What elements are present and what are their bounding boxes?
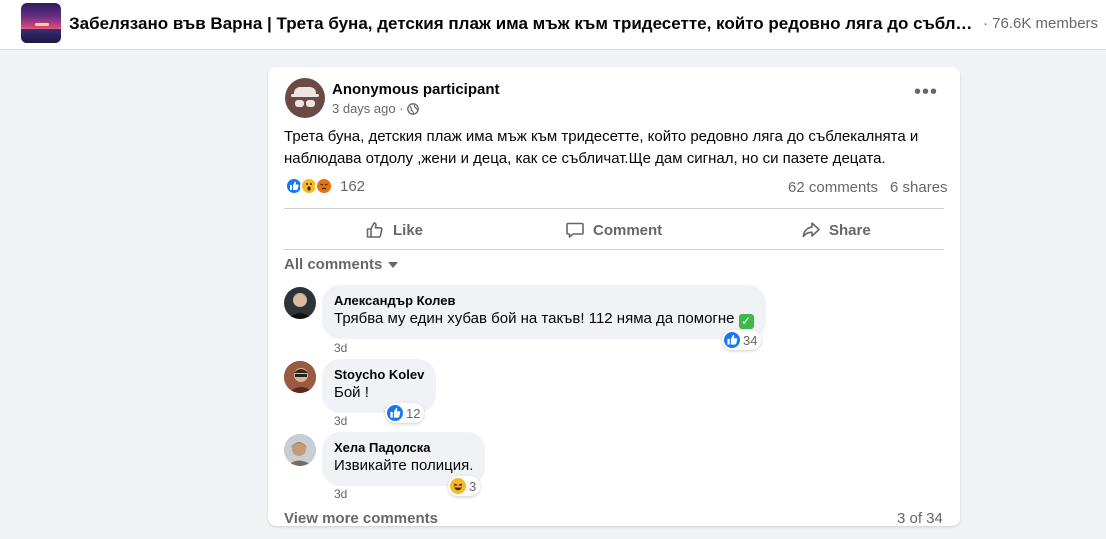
post-options-button[interactable]: ••• <box>912 82 940 108</box>
comment-icon <box>566 222 584 238</box>
post-author[interactable]: Anonymous participant <box>332 81 500 98</box>
comment-author[interactable]: Stoycho Kolev <box>334 367 424 383</box>
group-member-count: · 76.6K members <box>983 15 1099 32</box>
comment-time[interactable]: 3d <box>334 414 347 428</box>
like-icon <box>724 332 740 348</box>
anonymous-avatar[interactable] <box>285 78 325 118</box>
comments-count[interactable]: 62 comments <box>788 179 878 196</box>
comment-reactions[interactable]: 3 <box>448 476 481 496</box>
comment-button[interactable]: Comment <box>565 216 662 244</box>
avatar[interactable] <box>284 434 316 466</box>
avatar[interactable] <box>284 361 316 393</box>
comment-time[interactable]: 3d <box>334 341 347 355</box>
post-card: Anonymous participant 3 days ago · ••• Т… <box>268 67 960 527</box>
comment-text: Извикайте полиция. <box>334 457 474 474</box>
comment-reactions[interactable]: 34 <box>722 330 762 350</box>
comment-sort-label: All comments <box>284 256 383 273</box>
group-title[interactable]: Забелязано във Варна | Трета буна, детск… <box>69 14 981 34</box>
comments-pager: 3 of 34 <box>897 510 943 527</box>
comment-sort-dropdown[interactable]: All comments <box>284 256 399 273</box>
comment-author[interactable]: Хела Падолска <box>334 440 473 456</box>
share-label: Share <box>829 221 871 239</box>
share-icon <box>802 222 820 238</box>
angry-icon <box>315 177 333 195</box>
comment-reaction-count: 3 <box>469 478 477 494</box>
avatar[interactable] <box>284 287 316 319</box>
group-thumbnail[interactable] <box>21 3 61 43</box>
shares-count[interactable]: 6 shares <box>890 179 948 196</box>
divider <box>284 249 944 250</box>
like-button[interactable]: Like <box>365 216 423 244</box>
like-icon <box>387 405 403 421</box>
comment-label: Comment <box>593 221 663 239</box>
comment-text: Трябва му един хубав бой на такъв! 112 н… <box>334 309 754 329</box>
post-meta: 3 days ago · <box>332 101 419 116</box>
share-button[interactable]: Share <box>801 216 871 244</box>
post-text: Трета буна, детския плаж има мъж към три… <box>284 128 919 167</box>
post-time[interactable]: 3 days ago · <box>332 101 404 116</box>
like-label: Like <box>393 221 424 239</box>
chevron-down-icon <box>388 261 399 268</box>
divider <box>284 208 944 209</box>
comment-reaction-count: 34 <box>743 332 758 348</box>
check-mark-icon: ✓ <box>738 314 754 329</box>
comment-text: Бой ! <box>334 384 369 401</box>
comment-text-body: Трябва му един хубав бой на такъв! 112 н… <box>334 310 735 327</box>
comment-bubble: Александър Колев Трябва му един хубав бо… <box>322 285 766 339</box>
globe-icon <box>406 102 419 115</box>
comment-reaction-count: 12 <box>406 405 421 421</box>
comment-reactions[interactable]: 12 <box>385 403 425 423</box>
view-more-comments-link[interactable]: View more comments <box>284 510 438 527</box>
reactions-count: 162 <box>340 177 366 195</box>
haha-icon <box>450 478 466 494</box>
comment-author[interactable]: Александър Колев <box>334 293 754 309</box>
thumbs-up-icon <box>366 222 383 238</box>
group-header-bar: Забелязано във Варна | Трета буна, детск… <box>0 0 1106 50</box>
comment-time[interactable]: 3d <box>334 487 347 501</box>
reactions-summary[interactable]: 162 <box>285 177 365 195</box>
